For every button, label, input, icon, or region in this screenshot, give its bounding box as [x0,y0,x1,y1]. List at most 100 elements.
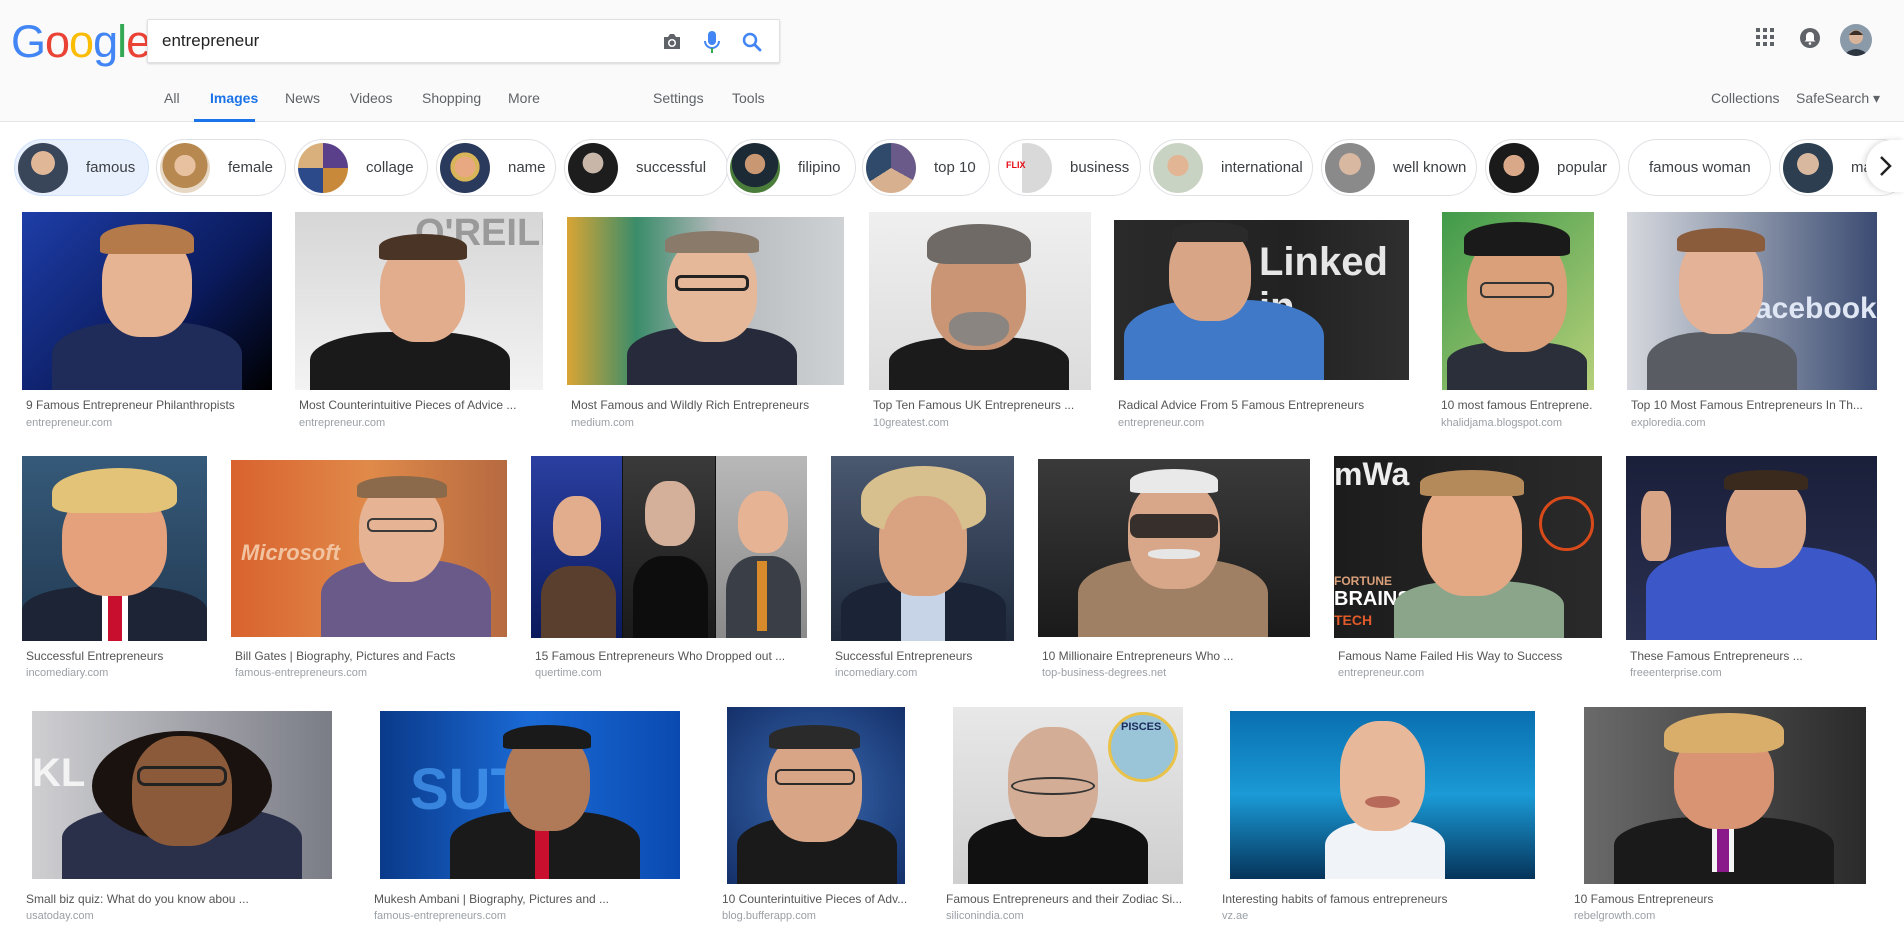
mouth [1365,796,1400,808]
chip-well-known[interactable]: well known [1321,139,1477,196]
result-card[interactable]: 10 Counterintuitive Pieces of Adv... blo… [718,707,918,932]
result-image[interactable]: Linked in [1114,220,1409,380]
result-image[interactable] [531,456,807,638]
settings-link[interactable]: Settings [653,90,704,106]
chip-thumbnail [730,142,780,193]
tab-all[interactable]: All [164,90,180,106]
result-card[interactable]: 9 Famous Entrepreneur Philanthropists en… [22,212,272,437]
result-caption: 10 Millionaire Entrepreneurs Who ... [1042,649,1234,663]
safesearch-toggle[interactable]: SafeSearch ▾ [1796,90,1880,107]
result-image[interactable] [727,707,905,884]
result-caption: Most Counterintuitive Pieces of Advice .… [299,398,517,412]
result-card[interactable]: Microsoft Bill Gates | Biography, Pictur… [231,456,508,681]
result-caption: Top Ten Famous UK Entrepreneurs ... [873,398,1075,412]
result-card[interactable]: KL Small biz quiz: What do you know abou… [22,707,344,932]
chip-successful[interactable]: successful [564,139,728,196]
result-card[interactable]: PISCES Famous Entrepreneurs and their Zo… [942,707,1192,932]
result-card[interactable]: facebook Top 10 Most Famous Entrepreneur… [1627,212,1877,437]
result-image[interactable]: facebook [1627,212,1877,390]
result-source: rebelgrowth.com [1574,910,1656,922]
result-image[interactable] [1442,212,1594,390]
collections-link[interactable]: Collections [1711,90,1779,106]
chip-female[interactable]: female [156,139,286,196]
result-card[interactable]: SUT Mukesh Ambani | Biography, Pictures … [370,707,692,932]
avatar[interactable] [1840,24,1872,56]
chip-thumbnail [160,142,210,193]
chip-name[interactable]: name [436,139,556,196]
result-card[interactable]: Top Ten Famous UK Entrepreneurs ... 10gr… [869,212,1091,437]
tools-link[interactable]: Tools [732,90,765,106]
notifications-icon[interactable] [1799,27,1823,51]
result-card[interactable]: Successful Entrepreneurs incomediary.com [22,456,207,681]
chip-thumbnail [866,142,916,193]
result-image[interactable] [567,217,844,385]
result-image[interactable] [22,456,207,641]
result-image[interactable]: O'REILLY [295,212,543,390]
tech-sign: TECH [1334,612,1373,628]
active-tab-indicator [194,119,255,122]
chip-thumbnail [298,142,348,193]
result-card[interactable]: Most Famous and Wildly Rich Entrepreneur… [567,212,845,437]
result-card[interactable]: Interesting habits of famous entrepreneu… [1218,707,1542,932]
chip-label: collage [366,159,414,176]
result-card[interactable]: O'REILLY Most Counterintuitive Pieces of… [295,212,543,437]
tab-videos[interactable]: Videos [350,90,393,106]
brand-sign: mWa [1334,456,1410,492]
google-logo[interactable]: Google [11,16,151,67]
sunglasses [1130,514,1218,538]
tab-more[interactable]: More [508,90,540,106]
result-image[interactable] [831,456,1014,641]
search-input[interactable] [162,20,642,62]
result-image[interactable] [869,212,1091,390]
result-image[interactable] [1230,711,1535,879]
result-card[interactable]: mWa FORTUNE BRAINSTO TECH Famous Name Fa… [1334,456,1602,681]
logo-letter: G [11,16,46,67]
tab-news[interactable]: News [285,90,320,106]
result-image[interactable] [1038,459,1310,637]
chip-collage[interactable]: collage [294,139,428,196]
result-card[interactable]: Linked in Radical Advice From 5 Famous E… [1114,212,1409,437]
chip-top-10[interactable]: top 10 [862,139,990,196]
result-card[interactable]: 10 most famous Entreprene... khalidjama.… [1437,212,1594,437]
chip-famous[interactable]: famous [14,139,149,196]
person-hair [357,476,447,498]
chip-popular[interactable]: popular [1485,139,1620,196]
chip-filipino[interactable]: filipino [726,139,856,196]
result-image[interactable]: Microsoft [231,460,507,637]
result-caption: Bill Gates | Biography, Pictures and Fac… [235,649,456,663]
result-image[interactable]: PISCES [953,707,1183,884]
collage-panel [531,456,622,638]
result-image[interactable] [1584,707,1866,884]
netflix-logo: FLIX [1006,159,1026,170]
camera-icon[interactable] [660,30,684,54]
result-card[interactable]: 10 Millionaire Entrepreneurs Who ... top… [1038,456,1311,681]
result-source: entrepreneur.com [1118,417,1205,429]
apps-grid-icon[interactable] [1755,27,1779,51]
result-caption: Interesting habits of famous entrepreneu… [1222,892,1448,906]
result-image[interactable]: KL [32,711,332,879]
result-card[interactable]: Successful Entrepreneurs incomediary.com [831,456,1014,681]
chip-international[interactable]: international [1149,139,1313,196]
header: Google All Images News Videos Shopping M… [0,0,1904,122]
tab-images[interactable]: Images [210,90,258,106]
search-icon[interactable] [740,30,764,54]
result-caption: Most Famous and Wildly Rich Entrepreneur… [571,398,810,412]
tie [1717,822,1729,872]
result-card[interactable]: 10 Famous Entrepreneurs rebelgrowth.com [1570,707,1878,932]
chip-famous-woman[interactable]: famous woman [1628,139,1771,196]
person-hair [379,234,467,260]
result-caption: These Famous Entrepreneurs ... [1630,649,1803,663]
chip-thumbnail [1783,142,1833,193]
chip-business[interactable]: FLIX business [998,139,1141,196]
result-image[interactable] [22,212,272,390]
person-hair [1130,469,1218,493]
chip-label: female [228,159,274,176]
tab-shopping[interactable]: Shopping [422,90,481,106]
microphone-icon[interactable] [700,30,724,54]
result-card[interactable]: These Famous Entrepreneurs ... freeenter… [1626,456,1878,681]
chip-label: business [1070,159,1130,176]
result-image[interactable]: mWa FORTUNE BRAINSTO TECH [1334,456,1602,638]
result-image[interactable]: SUT [380,711,680,879]
result-image[interactable] [1626,456,1877,640]
result-card[interactable]: 15 Famous Entrepreneurs Who Dropped out … [531,456,807,681]
